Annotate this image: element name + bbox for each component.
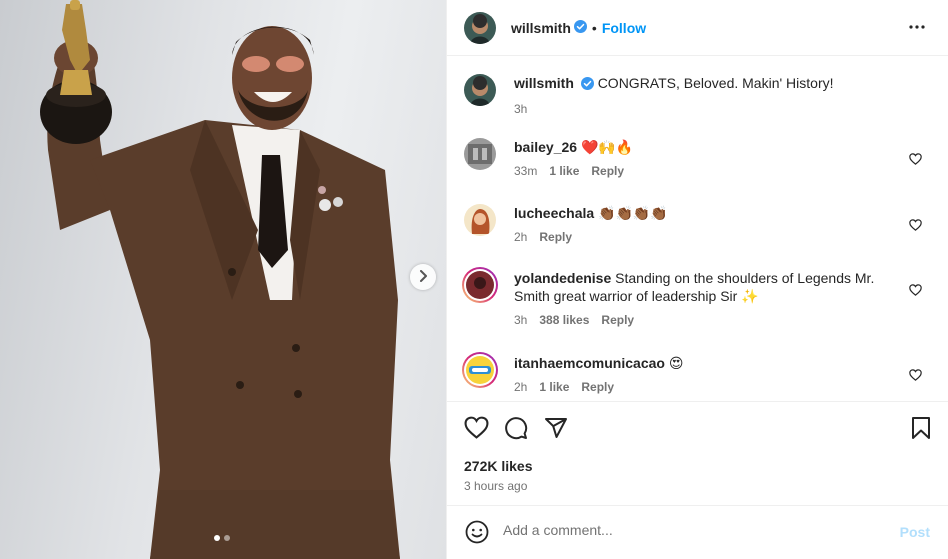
caption-username[interactable]: willsmith (514, 75, 574, 91)
follow-button[interactable]: Follow (602, 20, 646, 36)
likes-count[interactable]: 272K likes (464, 458, 533, 474)
reply-button[interactable]: Reply (581, 378, 614, 396)
verified-badge-icon (580, 76, 594, 94)
reply-button[interactable]: Reply (539, 228, 572, 246)
post-header: willsmith • Follow (447, 0, 948, 56)
comment-like-heart-icon[interactable] (909, 152, 922, 168)
comment-text: 👏🏾👏🏾👏🏾👏🏾 (598, 205, 668, 221)
comment-likes[interactable]: 1 like (539, 378, 569, 396)
comments-list[interactable]: willsmith CONGRATS, Beloved. Makin' Hist… (447, 57, 948, 401)
comment-time: 33m (514, 164, 538, 178)
chevron-right-icon (418, 269, 428, 285)
commenter-avatar-story-ring[interactable] (461, 351, 499, 389)
author-avatar[interactable] (464, 11, 496, 44)
comment-text: ❤️🙌🔥 (580, 139, 634, 155)
carousel-dot (224, 535, 230, 541)
post-photo (40, 0, 400, 559)
post-media[interactable] (0, 0, 446, 559)
header-separator: • (591, 19, 597, 36)
carousel-next-button[interactable] (410, 264, 436, 290)
comment-bubble-icon[interactable] (504, 416, 528, 443)
bookmark-icon[interactable] (911, 416, 931, 443)
comment-username[interactable]: itanhaemcomunicacao (514, 355, 665, 371)
comment-text: 😍 (668, 355, 684, 371)
commenter-avatar-story-ring[interactable] (461, 266, 499, 304)
post-comment-button[interactable]: Post (900, 524, 930, 540)
comment-composer: Post (447, 505, 948, 559)
author-avatar[interactable] (464, 74, 496, 106)
comment-input[interactable] (503, 522, 863, 538)
reply-button[interactable]: Reply (601, 311, 634, 329)
emoji-smiley-icon[interactable] (465, 520, 489, 547)
comment-like-heart-icon[interactable] (909, 368, 922, 384)
comment-like-heart-icon[interactable] (909, 218, 922, 234)
comment-likes[interactable]: 388 likes (539, 311, 589, 329)
commenter-avatar[interactable] (464, 204, 496, 236)
heart-icon[interactable] (464, 416, 489, 442)
caption-time: 3h (514, 102, 528, 116)
carousel-indicator (214, 535, 230, 541)
author-username[interactable]: willsmith (511, 20, 571, 36)
comment-username[interactable]: yolandedenise (514, 270, 611, 286)
comment-likes[interactable]: 1 like (549, 162, 579, 180)
paper-plane-icon[interactable] (544, 416, 568, 443)
comment-time: 2h (514, 230, 528, 244)
comment-like-heart-icon[interactable] (909, 283, 922, 299)
post-actions: 272K likes 3 hours ago (447, 401, 948, 505)
comment-item: bailey_26 ❤️🙌🔥 33m 1 like Reply (464, 138, 934, 194)
comment-item: itanhaemcomunicacao 😍 2h 1 like Reply (461, 351, 934, 401)
comment-time: 2h (514, 380, 528, 394)
reply-button[interactable]: Reply (591, 162, 624, 180)
comment-username[interactable]: lucheechala (514, 205, 594, 221)
comment-time: 3h (514, 313, 528, 327)
verified-badge-icon (573, 19, 587, 36)
post-sidebar: willsmith • Follow willsmith CONGRATS, B… (446, 0, 948, 559)
comment-item: yolandedenise Standing on the shoulders … (461, 266, 934, 345)
comment-item: lucheechala 👏🏾👏🏾👏🏾👏🏾 2h Reply (464, 204, 934, 260)
caption-text: CONGRATS, Beloved. Makin' History! (597, 75, 834, 91)
comment-username[interactable]: bailey_26 (514, 139, 577, 155)
post-caption: willsmith CONGRATS, Beloved. Makin' Hist… (464, 74, 934, 130)
post-time[interactable]: 3 hours ago (464, 479, 527, 493)
carousel-dot-active (214, 535, 220, 541)
commenter-avatar[interactable] (464, 138, 496, 170)
more-options-icon[interactable] (908, 18, 926, 39)
